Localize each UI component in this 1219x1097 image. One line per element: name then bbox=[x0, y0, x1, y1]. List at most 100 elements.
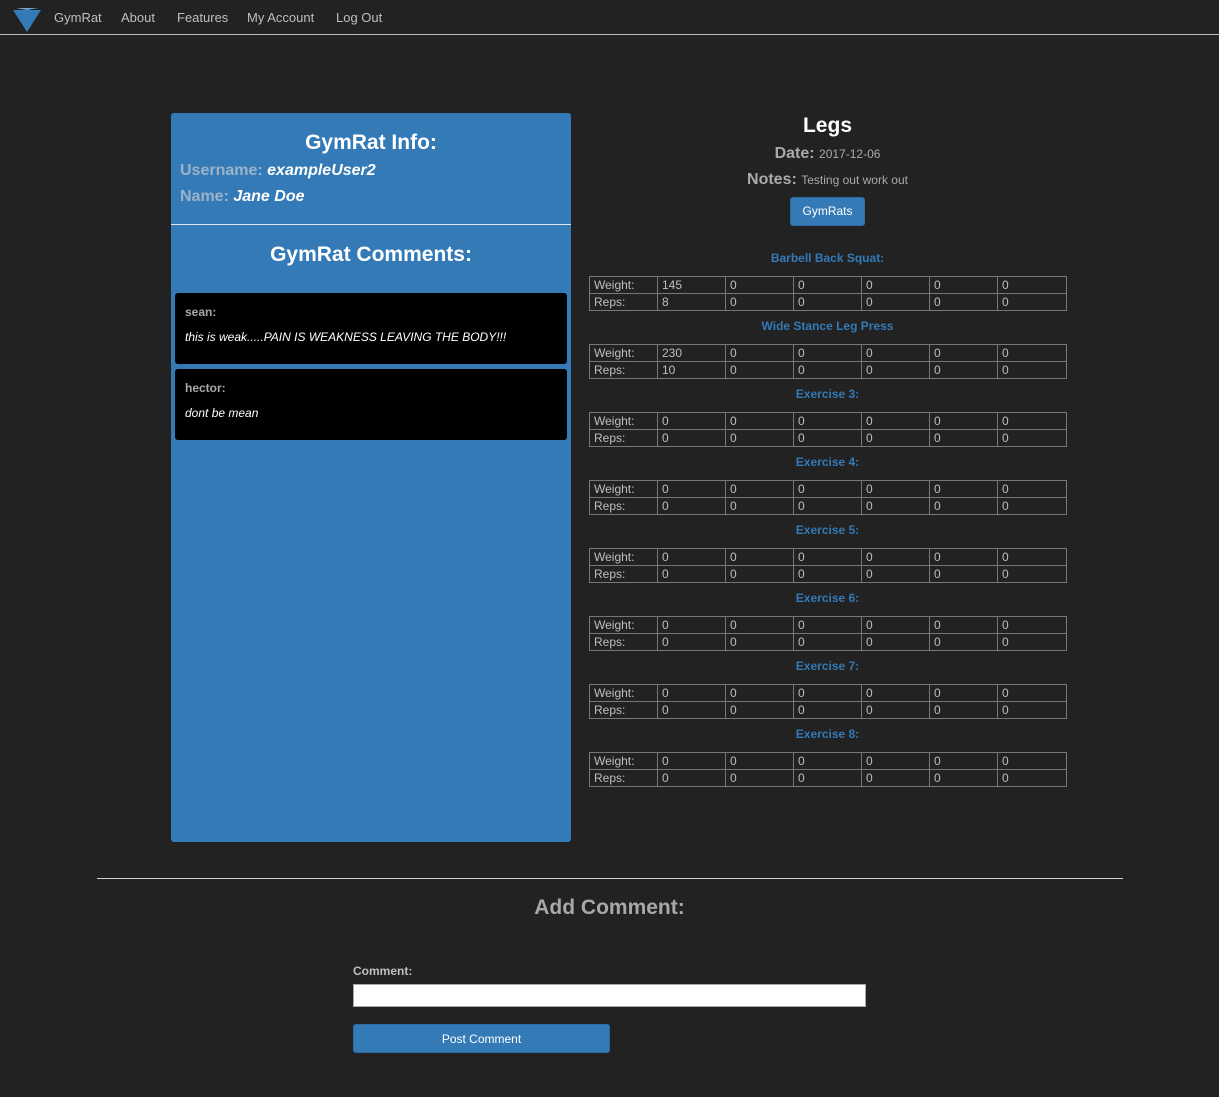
weight-value-cell: 0 bbox=[793, 412, 862, 430]
section-divider bbox=[97, 878, 1123, 879]
weight-value-cell: 0 bbox=[793, 616, 862, 634]
exercise-title: Exercise 8: bbox=[795, 727, 860, 741]
nav-my-account-link[interactable]: My Account bbox=[247, 10, 314, 25]
exercise-title: Exercise 4: bbox=[795, 455, 860, 469]
weight-value-cell: 0 bbox=[725, 752, 794, 770]
weight-value-cell: 0 bbox=[657, 480, 726, 498]
reps-value-cell: 0 bbox=[929, 293, 998, 311]
weight-value-cell: 0 bbox=[997, 412, 1067, 430]
weight-value-cell: 0 bbox=[657, 548, 726, 566]
reps-value-cell: 0 bbox=[657, 497, 726, 515]
reps-value-cell: 0 bbox=[861, 769, 930, 787]
weight-value-cell: 0 bbox=[929, 684, 998, 702]
weight-value-cell: 0 bbox=[929, 344, 998, 362]
reps-value-cell: 0 bbox=[725, 633, 794, 651]
weight-value-cell: 0 bbox=[997, 344, 1067, 362]
weight-value-cell: 0 bbox=[997, 480, 1067, 498]
nav-log-out-link[interactable]: Log Out bbox=[336, 10, 382, 25]
triangle-logo-icon[interactable] bbox=[13, 5, 41, 32]
post-comment-button[interactable]: Post Comment bbox=[353, 1024, 610, 1053]
reps-label-cell: Reps: bbox=[589, 429, 658, 447]
reps-value-cell: 0 bbox=[929, 633, 998, 651]
date-line: Date: 2017-12-06 bbox=[589, 145, 1066, 163]
weight-value-cell: 0 bbox=[725, 684, 794, 702]
weight-value-cell: 0 bbox=[861, 616, 930, 634]
weight-value-cell: 0 bbox=[725, 548, 794, 566]
weight-value-cell: 0 bbox=[861, 412, 930, 430]
reps-value-cell: 0 bbox=[997, 293, 1067, 311]
comment-input[interactable] bbox=[353, 984, 866, 1007]
weight-label-cell: Weight: bbox=[589, 344, 658, 362]
reps-value-cell: 0 bbox=[793, 361, 862, 379]
reps-value-cell: 0 bbox=[997, 769, 1067, 787]
exercise-table: Weight: 0 0 0 0 0 0 Reps: 0 0 0 0 0 0 bbox=[589, 752, 1067, 787]
weight-value-cell: 230 bbox=[657, 344, 726, 362]
weight-value-cell: 0 bbox=[861, 752, 930, 770]
reps-row: Reps: 0 0 0 0 0 0 bbox=[589, 429, 1067, 447]
notes-label: Notes: bbox=[747, 171, 797, 188]
exercise-table: Weight: 0 0 0 0 0 0 Reps: 0 0 0 0 0 0 bbox=[589, 684, 1067, 719]
weight-value-cell: 0 bbox=[929, 616, 998, 634]
notes-line: Notes: Testing out work out bbox=[589, 171, 1066, 189]
reps-row: Reps: 0 0 0 0 0 0 bbox=[589, 633, 1067, 651]
weight-row: Weight: 0 0 0 0 0 0 bbox=[589, 752, 1067, 770]
reps-label-cell: Reps: bbox=[589, 565, 658, 583]
nav-brand-link[interactable]: GymRat bbox=[54, 10, 102, 25]
exercise-title: Exercise 3: bbox=[795, 387, 860, 401]
weight-value-cell: 0 bbox=[997, 276, 1067, 294]
info-title: GymRat Info: bbox=[305, 131, 437, 154]
reps-value-cell: 0 bbox=[861, 293, 930, 311]
weight-label-cell: Weight: bbox=[589, 684, 658, 702]
reps-value-cell: 0 bbox=[657, 429, 726, 447]
reps-value-cell: 0 bbox=[657, 633, 726, 651]
reps-label-cell: Reps: bbox=[589, 497, 658, 515]
reps-label-cell: Reps: bbox=[589, 769, 658, 787]
weight-value-cell: 0 bbox=[657, 752, 726, 770]
reps-value-cell: 0 bbox=[725, 701, 794, 719]
gymrat-info-panel: GymRat Info: Username: exampleUser2 Name… bbox=[171, 113, 571, 842]
reps-value-cell: 0 bbox=[929, 497, 998, 515]
add-comment-title: Add Comment: bbox=[534, 896, 685, 919]
reps-value-cell: 0 bbox=[725, 497, 794, 515]
weight-value-cell: 0 bbox=[861, 344, 930, 362]
weight-value-cell: 0 bbox=[929, 480, 998, 498]
weight-value-cell: 0 bbox=[793, 548, 862, 566]
reps-value-cell: 0 bbox=[997, 429, 1067, 447]
notes-value: Testing out work out bbox=[801, 173, 908, 187]
exercise-table: Weight: 0 0 0 0 0 0 Reps: 0 0 0 0 0 0 bbox=[589, 548, 1067, 583]
nav-about-link[interactable]: About bbox=[121, 10, 155, 25]
exercise-table: Weight: 0 0 0 0 0 0 Reps: 0 0 0 0 0 0 bbox=[589, 412, 1067, 447]
comment-field-label: Comment: bbox=[353, 964, 413, 978]
weight-label-cell: Weight: bbox=[589, 616, 658, 634]
exercise-title: Wide Stance Leg Press bbox=[761, 319, 894, 333]
comment-text: this is weak.....PAIN IS WEAKNESS LEAVIN… bbox=[185, 330, 507, 344]
reps-value-cell: 0 bbox=[929, 361, 998, 379]
exercise-title: Barbell Back Squat: bbox=[770, 251, 885, 265]
reps-value-cell: 0 bbox=[929, 429, 998, 447]
username-label: Username: bbox=[180, 162, 263, 179]
reps-value-cell: 0 bbox=[793, 497, 862, 515]
comment-card: hector: dont be mean bbox=[175, 369, 567, 440]
comment-author: sean: bbox=[185, 305, 217, 319]
weight-value-cell: 0 bbox=[861, 480, 930, 498]
reps-value-cell: 0 bbox=[725, 361, 794, 379]
reps-value-cell: 0 bbox=[861, 701, 930, 719]
reps-value-cell: 0 bbox=[929, 565, 998, 583]
reps-row: Reps: 0 0 0 0 0 0 bbox=[589, 769, 1067, 787]
name-line: Name: Jane Doe bbox=[180, 188, 305, 206]
weight-value-cell: 0 bbox=[929, 276, 998, 294]
reps-value-cell: 0 bbox=[861, 633, 930, 651]
weight-value-cell: 0 bbox=[657, 412, 726, 430]
reps-value-cell: 0 bbox=[725, 565, 794, 583]
weight-row: Weight: 230 0 0 0 0 0 bbox=[589, 344, 1067, 362]
reps-value-cell: 0 bbox=[725, 769, 794, 787]
weight-value-cell: 0 bbox=[997, 548, 1067, 566]
weight-value-cell: 0 bbox=[861, 276, 930, 294]
nav-features-link[interactable]: Features bbox=[177, 10, 228, 25]
username-line: Username: exampleUser2 bbox=[180, 162, 376, 180]
weight-value-cell: 0 bbox=[657, 616, 726, 634]
weight-value-cell: 0 bbox=[725, 616, 794, 634]
weight-value-cell: 0 bbox=[793, 344, 862, 362]
gymrats-button[interactable]: GymRats bbox=[790, 197, 865, 226]
reps-value-cell: 0 bbox=[793, 293, 862, 311]
